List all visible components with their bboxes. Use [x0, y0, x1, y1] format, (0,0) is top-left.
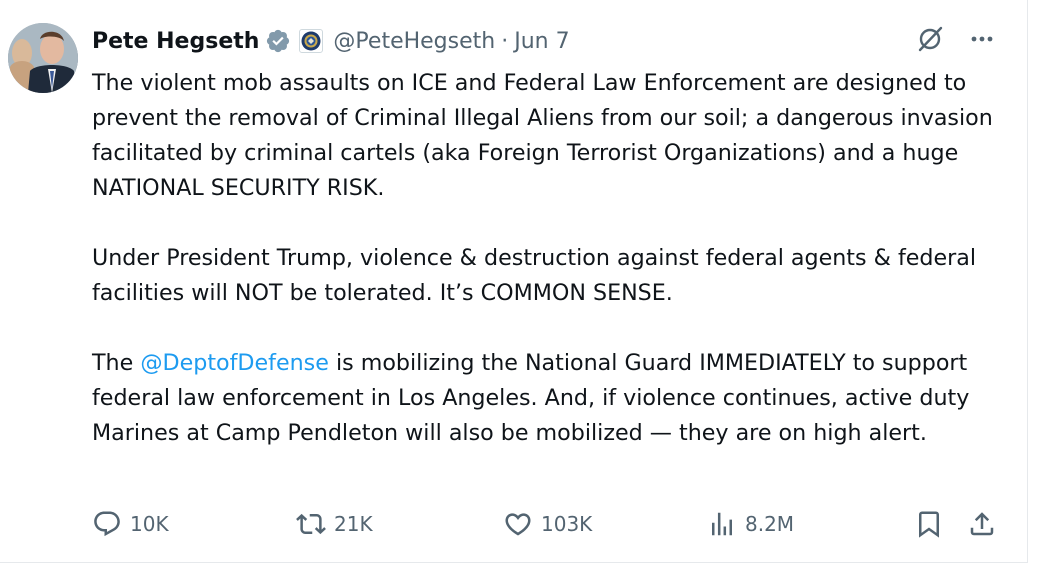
reply-count: 10K	[130, 512, 169, 536]
tweet-card[interactable]: Pete Hegseth @PeteHegseth · Jun 7 The vi…	[0, 0, 1028, 563]
share-icon	[970, 512, 994, 536]
dept-of-defense-seal-icon[interactable]	[299, 29, 324, 53]
tweet-paragraph: The @DeptofDefense is mobilizing the Nat…	[92, 346, 1017, 451]
tweet-body: The violent mob assaults on ICE and Fede…	[92, 66, 1017, 451]
views-chart-icon	[712, 512, 732, 536]
grok-icon[interactable]	[915, 24, 945, 54]
like-button[interactable]: 103K	[503, 508, 592, 540]
reply-icon	[94, 511, 120, 537]
mention-link[interactable]: @DeptofDefense	[140, 350, 329, 376]
heart-icon	[505, 513, 531, 536]
repost-icon	[296, 513, 326, 535]
more-options-icon[interactable]	[967, 24, 997, 54]
views-button[interactable]: 8.2M	[707, 508, 794, 540]
tweet-text-segment: The	[92, 350, 141, 376]
tweet-top-actions	[915, 24, 997, 54]
author-handle[interactable]: @PeteHegseth	[333, 29, 495, 54]
tweet-paragraph: Under President Trump, violence & destru…	[92, 245, 977, 306]
tweet-date[interactable]: Jun 7	[514, 29, 569, 54]
repost-count: 21K	[334, 512, 373, 536]
avatar-photo	[8, 23, 78, 93]
tweet-paragraph: The violent mob assaults on ICE and Fede…	[92, 70, 993, 201]
tweet-header: Pete Hegseth @PeteHegseth · Jun 7	[92, 25, 570, 57]
bookmark-icon	[919, 511, 939, 538]
avatar[interactable]	[8, 23, 78, 93]
share-button[interactable]	[967, 508, 997, 540]
author-name[interactable]: Pete Hegseth	[92, 29, 259, 54]
bookmark-button[interactable]	[914, 508, 944, 540]
reply-button[interactable]: 10K	[92, 508, 169, 540]
repost-button[interactable]: 21K	[296, 508, 373, 540]
like-count: 103K	[541, 512, 593, 536]
separator-dot: ·	[501, 28, 509, 54]
gray-verified-badge-icon[interactable]	[265, 28, 291, 54]
views-count: 8.2M	[745, 512, 795, 536]
